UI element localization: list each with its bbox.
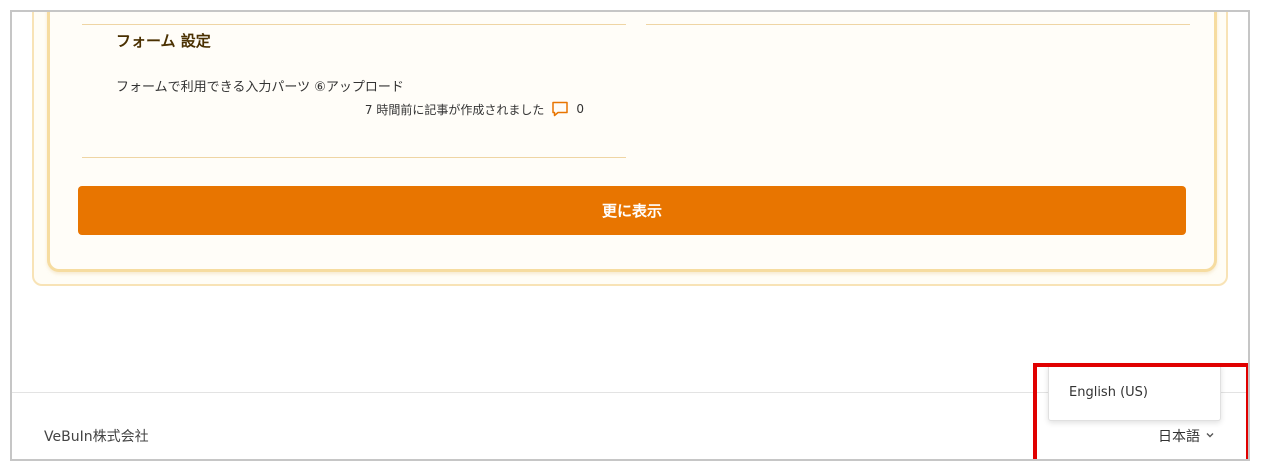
comment-count: 0 xyxy=(576,102,584,116)
article-created-time: 7 時間前に記事が作成されました xyxy=(364,102,545,117)
show-more-button[interactable]: 更に表示 xyxy=(78,186,1186,235)
divider xyxy=(82,157,626,158)
language-option-english[interactable]: English (US) xyxy=(1069,385,1148,400)
article-list-card-outer: フォーム 設定 フォームで利用できる入力パーツ ⑥アップロード 7 時間前に記事… xyxy=(32,12,1228,286)
divider xyxy=(82,24,626,25)
language-current-label: 日本語 xyxy=(1158,429,1200,445)
company-name: VeBuIn株式会社 xyxy=(44,429,149,445)
divider xyxy=(646,24,1190,25)
language-dropdown-menu: English (US) xyxy=(1048,364,1221,421)
section-title: フォーム 設定 xyxy=(116,32,211,50)
comment-icon[interactable] xyxy=(551,100,569,118)
article-title-link[interactable]: フォームで利用できる入力パーツ ⑥アップロード xyxy=(116,76,404,95)
browser-viewport: フォーム 設定 フォームで利用できる入力パーツ ⑥アップロード 7 時間前に記事… xyxy=(10,10,1250,461)
language-selector[interactable]: 日本語 xyxy=(1158,426,1215,446)
article-meta: 7 時間前に記事が作成されました 0 xyxy=(365,100,584,118)
chevron-down-icon xyxy=(1205,428,1215,444)
